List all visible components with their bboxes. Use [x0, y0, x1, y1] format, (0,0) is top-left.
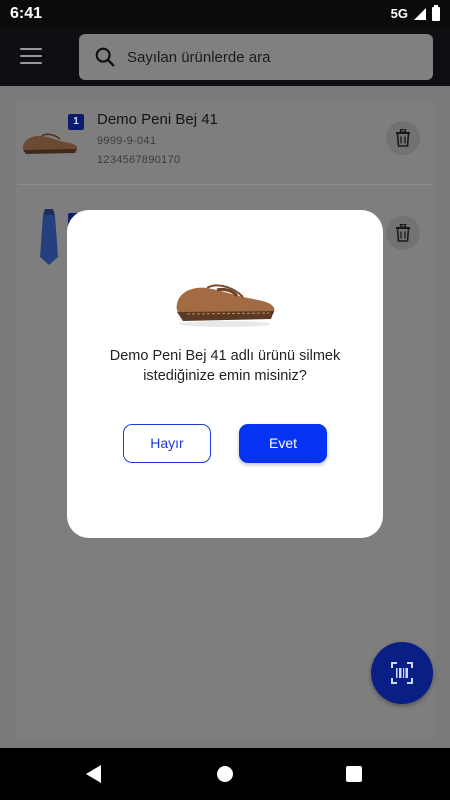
- app-bar: Sayılan ürünlerde ara: [0, 28, 450, 86]
- delete-button[interactable]: [386, 216, 420, 250]
- barcode-scan-icon: [391, 662, 413, 684]
- menu-icon[interactable]: [20, 48, 42, 66]
- battery-icon: [432, 4, 440, 21]
- dialog-message: Demo Peni Bej 41 adlı ürünü silmek isted…: [109, 348, 341, 384]
- yes-button[interactable]: Evet: [239, 424, 327, 463]
- delete-confirm-dialog: Demo Peni Bej 41 adlı ürünü silmek isted…: [67, 210, 383, 538]
- shoe-image: [176, 284, 275, 327]
- item-barcode: 1234567890170: [97, 154, 181, 166]
- no-button[interactable]: Hayır: [123, 424, 211, 463]
- trash-icon: [396, 224, 410, 242]
- tie-thumbnail: [40, 209, 58, 265]
- system-nav-bar: [0, 748, 450, 800]
- status-time: 6:41: [10, 5, 43, 22]
- status-bar: 6:41 5G: [0, 0, 450, 28]
- item-title: Demo Peni Bej 41: [97, 111, 218, 128]
- item-code: 9999-9-041: [97, 135, 157, 147]
- home-icon[interactable]: [217, 766, 233, 782]
- divider: [18, 184, 432, 185]
- network-type: 5G: [390, 6, 408, 21]
- delete-button[interactable]: [386, 121, 420, 155]
- recent-apps-icon[interactable]: [346, 766, 362, 782]
- back-icon[interactable]: [86, 765, 101, 783]
- barcode-scan-button[interactable]: [371, 642, 433, 704]
- signal-icon: [414, 7, 426, 20]
- search-input[interactable]: Sayılan ürünlerde ara: [79, 34, 433, 80]
- status-icons: 5G: [390, 4, 440, 21]
- trash-icon: [396, 129, 410, 147]
- quantity-badge: 1: [68, 114, 84, 130]
- search-placeholder: Sayılan ürünlerde ara: [127, 49, 271, 66]
- list-item[interactable]: 1 Demo Peni Bej 41 9999-9-041 1234567890…: [15, 100, 435, 185]
- search-icon: [95, 47, 115, 67]
